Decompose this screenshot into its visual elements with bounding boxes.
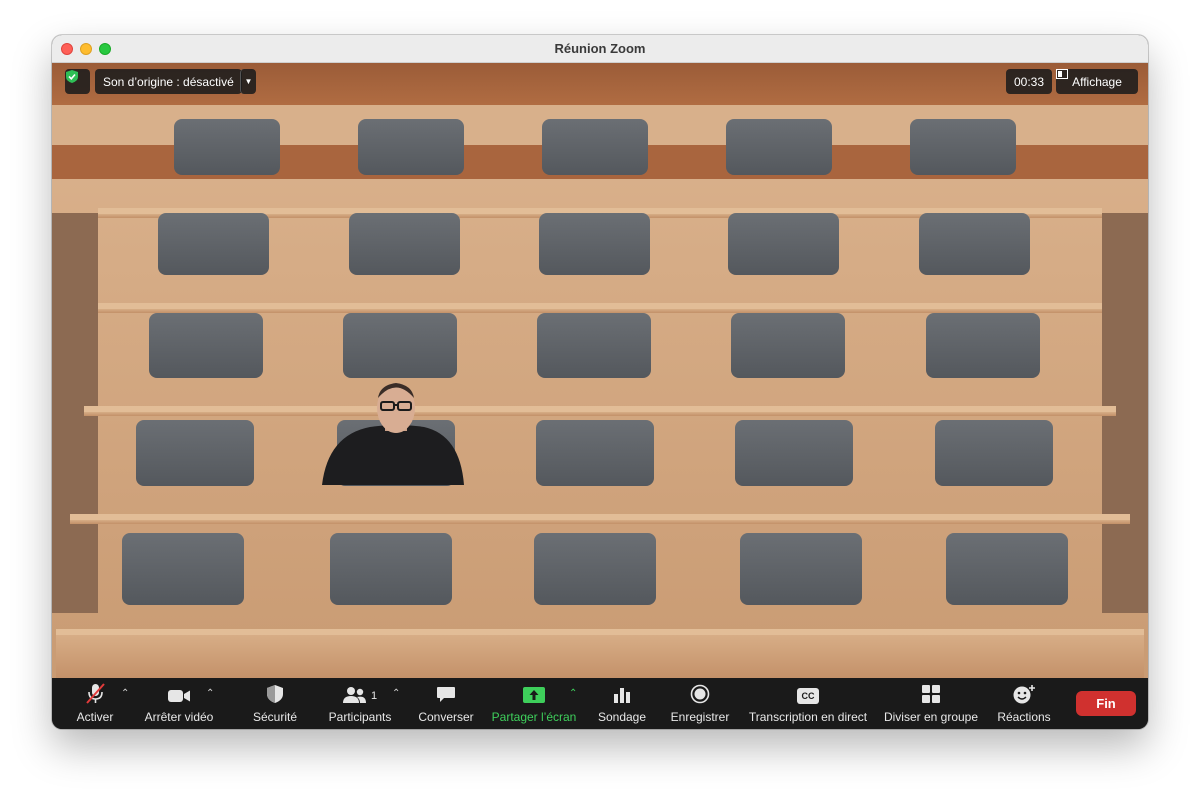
video-options-caret-icon[interactable]: ⌃ [206, 688, 214, 699]
auditorium-seat [122, 533, 244, 605]
auditorium-seat [343, 313, 457, 378]
participants-options-caret-icon[interactable]: ⌃ [392, 688, 400, 699]
view-grid-icon [1056, 69, 1068, 79]
auditorium-seat [740, 533, 862, 605]
auditorium-seat [926, 313, 1040, 378]
minimize-window-button[interactable] [80, 43, 92, 55]
original-sound-dropdown[interactable]: ▼ [240, 69, 256, 94]
window-title: Réunion Zoom [554, 41, 646, 56]
share-screen-button[interactable]: Partager l’écran [492, 678, 576, 729]
breakout-rooms-icon [922, 685, 940, 703]
auditorium-seat [735, 420, 853, 486]
breakout-rooms-label: Diviser en groupe [883, 710, 979, 724]
share-options-caret-icon[interactable]: ⌃ [569, 688, 577, 699]
unmute-label: Activer [76, 710, 114, 724]
stop-video-button[interactable]: Arrêter vidéo [142, 678, 216, 729]
tier-ledge [56, 629, 1144, 635]
participant-count: 1 [370, 690, 378, 702]
poll-chart-icon [614, 688, 630, 703]
participants-button[interactable]: 1 Participants [328, 678, 392, 729]
security-shield-indicator[interactable] [65, 69, 90, 94]
auditorium-seat [731, 313, 845, 378]
chat-button[interactable]: Converser [418, 678, 474, 729]
audio-options-caret-icon[interactable]: ⌃ [121, 688, 129, 699]
auditorium-seat [935, 420, 1053, 486]
zoom-window-button[interactable] [99, 43, 111, 55]
auditorium-seat [728, 213, 839, 275]
closed-captions-icon: CC [797, 688, 819, 704]
video-camera-icon [168, 690, 190, 702]
microphone-muted-icon [86, 683, 105, 704]
reactions-button[interactable]: Réactions [996, 678, 1052, 729]
title-bar: Réunion Zoom [52, 35, 1148, 63]
auditorium-seat [358, 119, 464, 175]
auditorium-seat [349, 213, 460, 275]
share-screen-label: Partager l’écran [491, 710, 577, 724]
tier-ledge [84, 406, 1116, 412]
security-label: Sécurité [252, 710, 298, 724]
meeting-toolbar: Activer ⌃ Arrêter vidéo ⌃ Sécurité 1 Par… [52, 678, 1148, 729]
view-label: Affichage [1072, 74, 1122, 89]
tier-front [98, 309, 1102, 313]
reactions-label: Réactions [997, 710, 1051, 724]
auditorium-seat [910, 119, 1016, 175]
auditorium-seat [542, 119, 648, 175]
security-button[interactable]: Sécurité [250, 678, 300, 729]
view-button[interactable]: Affichage [1056, 69, 1138, 94]
auditorium-seat [330, 533, 452, 605]
auditorium-seat [919, 213, 1030, 275]
caret-down-icon: ▼ [244, 77, 253, 86]
end-meeting-button[interactable]: Fin [1076, 691, 1136, 716]
chat-label: Converser [418, 710, 474, 724]
chat-bubble-icon [437, 687, 455, 702]
tier-ledge [70, 514, 1130, 520]
auditorium-seat [136, 420, 254, 486]
reaction-smiley-icon [1013, 685, 1035, 704]
auditorium-seat [149, 313, 263, 378]
meeting-timer: 00:33 [1006, 69, 1052, 94]
polling-label: Sondage [597, 710, 647, 724]
record-icon [690, 684, 710, 704]
unmute-button[interactable]: Activer [74, 678, 116, 729]
auditorium-seat [174, 119, 280, 175]
participants-icon [342, 687, 366, 703]
tier-front [84, 412, 1116, 416]
auditorium-background [52, 63, 1148, 678]
stop-video-label: Arrêter vidéo [144, 710, 214, 724]
zoom-window: Réunion Zoom Son d’origine: désactivé ▼… [52, 35, 1148, 729]
auditorium-seat [158, 213, 269, 275]
auditorium-seat [536, 420, 654, 486]
share-screen-icon [523, 687, 545, 703]
security-shield-icon [267, 685, 283, 703]
record-label: Enregistrer [670, 710, 730, 724]
auditorium-seat [726, 119, 832, 175]
tier-ledge [98, 303, 1102, 309]
shield-check-icon [66, 70, 78, 83]
participants-label: Participants [328, 710, 392, 724]
auditorium-seat [534, 533, 656, 605]
auditorium-seat [946, 533, 1068, 605]
breakout-rooms-button[interactable]: Diviser en groupe [884, 678, 978, 729]
video-stage: Son d’origine : désactivé ▼ 00:33 Affich… [52, 63, 1148, 678]
auditorium-seat [539, 213, 650, 275]
tier-front [70, 520, 1130, 524]
live-transcript-label: Transcription en direct [748, 710, 868, 724]
live-transcript-button[interactable]: CC Transcription en direct [748, 678, 868, 729]
close-window-button[interactable] [61, 43, 73, 55]
record-button[interactable]: Enregistrer [670, 678, 730, 729]
tier-front [56, 635, 1144, 678]
polling-button[interactable]: Sondage [598, 678, 646, 729]
original-sound-toggle[interactable]: Son d’origine : désactivé [95, 69, 242, 94]
auditorium-seat [537, 313, 651, 378]
window-controls [61, 43, 111, 55]
